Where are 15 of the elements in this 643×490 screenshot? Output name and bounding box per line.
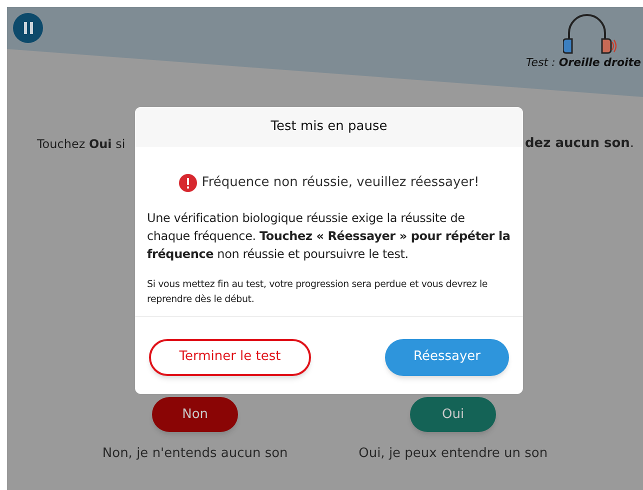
- answer-caption: Non, je n'entends aucun son: [102, 445, 288, 463]
- end-test-button[interactable]: Terminer le test: [149, 338, 311, 376]
- retry-button[interactable]: Réessayer: [385, 338, 509, 376]
- hint-text: Touchez Oui si: [37, 136, 126, 153]
- answer-caption: Oui, je peux entendre un son: [358, 445, 548, 463]
- error-message: Fréquence non réussie, veuillez réessayer!: [202, 174, 480, 192]
- dialog-message: Une vérification biologique réussie exige la réussite de chaque fréquence. Touchez « Réessayer » pour répéter la fréquence non réussie et poursuivre le test.: [147, 210, 511, 262]
- dialog-title: Test mis en pause: [270, 118, 388, 136]
- error-icon: [178, 174, 197, 192]
- no-button[interactable]: Non: [152, 397, 238, 432]
- test-ear-label: Test : Oreille droite: [526, 55, 641, 71]
- hint-text: dez aucun son.: [525, 135, 634, 153]
- warning-note: Si vous mettez fin au test, votre progression sera perdue et vous devrez le reprendre dès le début.: [147, 278, 489, 306]
- headphones-icon: [563, 13, 619, 55]
- yes-button[interactable]: Oui: [410, 397, 496, 432]
